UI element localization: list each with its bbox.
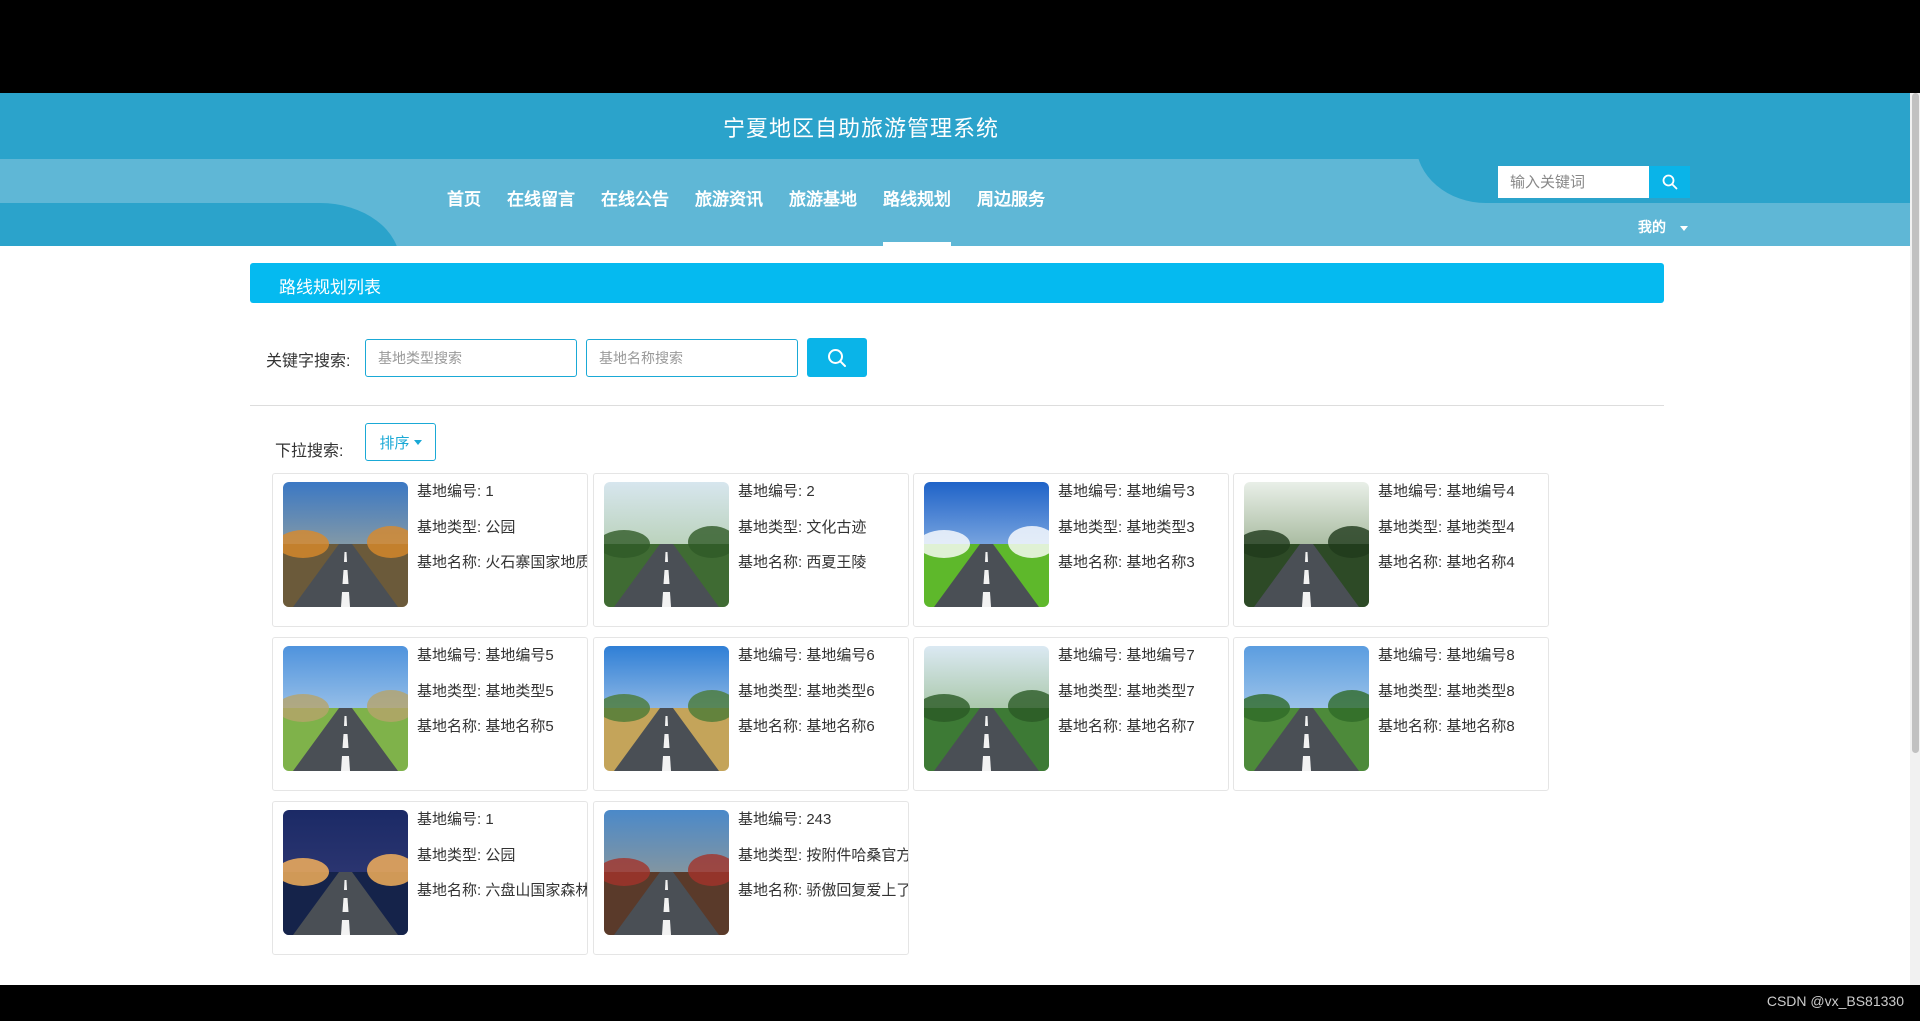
- user-menu-label: 我的: [1638, 219, 1666, 235]
- base-name: 基地名称: 西夏王陵: [738, 554, 867, 571]
- base-name: 基地名称: 火石寨国家地质公园: [417, 554, 587, 571]
- decorative-wave-left: [0, 203, 400, 246]
- nav-item-bases[interactable]: 旅游基地: [789, 159, 857, 246]
- base-number: 基地编号: 基地编号5: [417, 647, 554, 664]
- route-thumbnail[interactable]: [1244, 482, 1369, 607]
- nav-item-services[interactable]: 周边服务: [977, 159, 1045, 246]
- route-info: 基地编号: 243 基地类型: 按附件哈桑官方 基地名称: 骄傲回复爱上了: [738, 810, 909, 917]
- route-card[interactable]: 基地编号: 基地编号4 基地类型: 基地类型4 基地名称: 基地名称4: [1233, 473, 1549, 627]
- chevron-down-icon: [1680, 225, 1688, 231]
- route-thumbnail[interactable]: [604, 482, 729, 607]
- route-info: 基地编号: 基地编号4 基地类型: 基地类型4 基地名称: 基地名称4: [1378, 482, 1548, 589]
- base-name: 基地名称: 基地名称3: [1058, 554, 1195, 571]
- chevron-down-icon: [413, 439, 422, 445]
- base-type: 基地类型: 公园: [417, 846, 516, 864]
- header-search-input[interactable]: [1498, 166, 1649, 198]
- base-type-search-input[interactable]: [365, 339, 577, 377]
- watermark-credit: CSDN @vx_BS81330: [1766, 993, 1904, 1009]
- header-search-button[interactable]: [1649, 166, 1690, 198]
- base-name: 基地名称: 骄傲回复爱上了: [738, 882, 909, 899]
- base-number: 基地编号: 1: [417, 811, 494, 828]
- base-number: 基地编号: 基地编号7: [1058, 647, 1195, 664]
- top-header: 宁夏地区自助旅游管理系统: [0, 93, 1920, 159]
- base-name: 基地名称: 基地名称7: [1058, 718, 1195, 735]
- base-number: 基地编号: 基地编号3: [1058, 483, 1195, 500]
- route-thumbnail[interactable]: [283, 646, 408, 771]
- base-type: 基地类型: 基地类型8: [1378, 682, 1515, 700]
- base-name-search-input[interactable]: [586, 339, 798, 377]
- route-card[interactable]: 基地编号: 基地编号3 基地类型: 基地类型3 基地名称: 基地名称3: [913, 473, 1229, 627]
- keyword-search-button[interactable]: [807, 338, 867, 377]
- base-number: 基地编号: 基地编号6: [738, 647, 875, 664]
- user-menu[interactable]: 我的: [1638, 217, 1688, 237]
- base-name: 基地名称: 基地名称4: [1378, 554, 1515, 571]
- main-nav: 首页 在线留言 在线公告 旅游资讯 旅游基地 路线规划 周边服务: [447, 159, 1071, 246]
- route-thumbnail[interactable]: [283, 482, 408, 607]
- nav-item-announcements[interactable]: 在线公告: [601, 159, 669, 246]
- base-number: 基地编号: 基地编号4: [1378, 483, 1515, 500]
- route-info: 基地编号: 基地编号8 基地类型: 基地类型8 基地名称: 基地名称8: [1378, 646, 1548, 753]
- base-name: 基地名称: 基地名称6: [738, 718, 875, 735]
- base-type: 基地类型: 公园: [417, 518, 516, 536]
- scrollbar-track[interactable]: [1910, 93, 1920, 985]
- search-icon: [828, 348, 846, 367]
- base-number: 基地编号: 1: [417, 483, 494, 500]
- nav-item-home[interactable]: 首页: [447, 159, 481, 246]
- route-thumbnail[interactable]: [924, 482, 1049, 607]
- route-card[interactable]: 基地编号: 2 基地类型: 文化古迹 基地名称: 西夏王陵: [593, 473, 909, 627]
- route-info: 基地编号: 基地编号6 基地类型: 基地类型6 基地名称: 基地名称6: [738, 646, 908, 753]
- route-info: 基地编号: 基地编号7 基地类型: 基地类型7 基地名称: 基地名称7: [1058, 646, 1228, 753]
- route-card[interactable]: 基地编号: 243 基地类型: 按附件哈桑官方 基地名称: 骄傲回复爱上了: [593, 801, 909, 955]
- search-icon: [1662, 174, 1677, 190]
- base-type: 基地类型: 基地类型6: [738, 682, 875, 700]
- scrollbar-thumb[interactable]: [1912, 93, 1919, 753]
- route-info: 基地编号: 1 基地类型: 公园基地名称: 火石寨国家地质公园: [417, 482, 587, 589]
- nav-item-routes[interactable]: 路线规划: [883, 159, 951, 246]
- base-number: 基地编号: 243: [738, 811, 832, 828]
- sort-dropdown[interactable]: 排序: [365, 423, 436, 461]
- route-thumbnail[interactable]: [1244, 646, 1369, 771]
- base-name: 基地名称: 六盘山国家森林公园: [417, 882, 587, 899]
- base-type: 基地类型: 基地类型4: [1378, 518, 1515, 536]
- route-card[interactable]: 基地编号: 基地编号6 基地类型: 基地类型6 基地名称: 基地名称6: [593, 637, 909, 791]
- base-type: 基地类型: 文化古迹: [738, 518, 867, 536]
- base-number: 基地编号: 基地编号8: [1378, 647, 1515, 664]
- route-thumbnail[interactable]: [924, 646, 1049, 771]
- dropdown-search-label: 下拉搜索:: [275, 443, 344, 460]
- route-info: 基地编号: 1 基地类型: 公园基地名称: 六盘山国家森林公园: [417, 810, 587, 917]
- route-card[interactable]: 基地编号: 1 基地类型: 公园基地名称: 火石寨国家地质公园: [272, 473, 588, 627]
- base-name: 基地名称: 基地名称5: [417, 718, 554, 735]
- route-card[interactable]: 基地编号: 基地编号8 基地类型: 基地类型8 基地名称: 基地名称8: [1233, 637, 1549, 791]
- site-title: 宁夏地区自助旅游管理系统: [722, 116, 999, 141]
- sort-label: 排序: [379, 434, 410, 452]
- section-title: 路线规划列表: [279, 278, 381, 297]
- route-info: 基地编号: 2 基地类型: 文化古迹 基地名称: 西夏王陵: [738, 482, 908, 589]
- route-info: 基地编号: 基地编号3 基地类型: 基地类型3 基地名称: 基地名称3: [1058, 482, 1228, 589]
- base-type: 基地类型: 基地类型7: [1058, 682, 1195, 700]
- route-card[interactable]: 基地编号: 1 基地类型: 公园基地名称: 六盘山国家森林公园: [272, 801, 588, 955]
- base-type: 基地类型: 基地类型5: [417, 682, 554, 700]
- page: 宁夏地区自助旅游管理系统 首页 在线留言 在线公告 旅游资讯 旅游基地 路线规划…: [0, 93, 1920, 985]
- route-thumbnail[interactable]: [604, 646, 729, 771]
- nav-item-messages[interactable]: 在线留言: [507, 159, 575, 246]
- keyword-search-label: 关键字搜索:: [266, 353, 351, 370]
- nav-item-news[interactable]: 旅游资讯: [695, 159, 763, 246]
- route-card[interactable]: 基地编号: 基地编号5 基地类型: 基地类型5 基地名称: 基地名称5: [272, 637, 588, 791]
- divider: [250, 405, 1664, 406]
- base-type: 基地类型: 基地类型3: [1058, 518, 1195, 536]
- base-name: 基地名称: 基地名称8: [1378, 718, 1515, 735]
- route-thumbnail[interactable]: [604, 810, 729, 935]
- base-type: 基地类型: 按附件哈桑官方: [738, 846, 909, 864]
- base-number: 基地编号: 2: [738, 483, 815, 500]
- header-search: [1498, 166, 1690, 198]
- route-thumbnail[interactable]: [283, 810, 408, 935]
- route-info: 基地编号: 基地编号5 基地类型: 基地类型5 基地名称: 基地名称5: [417, 646, 587, 753]
- section-title-bar: 路线规划列表: [250, 263, 1664, 303]
- route-card[interactable]: 基地编号: 基地编号7 基地类型: 基地类型7 基地名称: 基地名称7: [913, 637, 1229, 791]
